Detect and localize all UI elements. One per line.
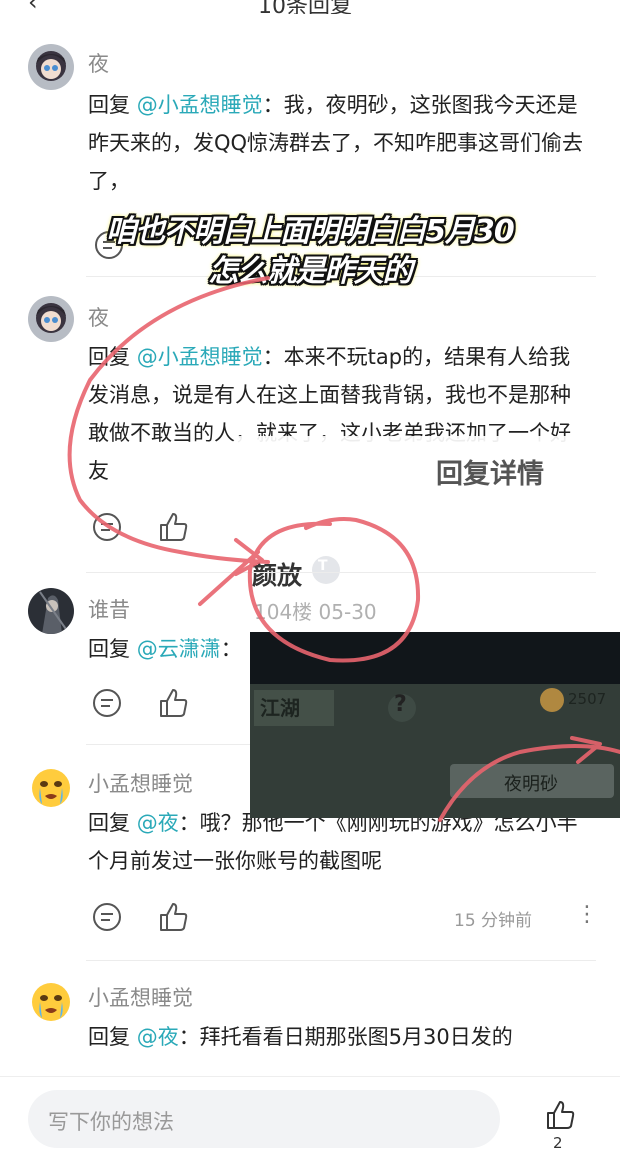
question-icon: ? bbox=[394, 692, 407, 717]
caption-line-1: 咱也不明白上面明明白白5月30 bbox=[106, 214, 515, 249]
like-icon[interactable] bbox=[156, 900, 190, 934]
timestamp: 15 分钟前 bbox=[454, 911, 533, 931]
coin-count: 2507 bbox=[568, 690, 607, 708]
comment-input[interactable]: 写下你的想法 bbox=[28, 1090, 500, 1148]
reply-prefix: 回复 bbox=[88, 637, 137, 661]
comment-author[interactable]: 小孟想睡觉 bbox=[88, 768, 193, 798]
reply-prefix: 回复 bbox=[88, 93, 137, 117]
like-icon[interactable] bbox=[156, 686, 190, 720]
comment-text: 回复 @夜：拜托看看日期那张图5月30日发的 bbox=[88, 1018, 588, 1056]
reply-detail-title: 回复详情 bbox=[436, 459, 544, 490]
comment-author[interactable]: 夜 bbox=[88, 302, 109, 332]
game-character-avatar-icon bbox=[28, 44, 74, 90]
reply-detail-name: 颜放 bbox=[252, 561, 303, 590]
game-screenshot: 江湖 ? 2507 夜明砂 bbox=[250, 632, 620, 818]
dark-character-avatar-icon bbox=[28, 588, 74, 634]
like-icon[interactable] bbox=[156, 510, 190, 544]
back-icon[interactable]: ‹ bbox=[28, 0, 38, 14]
mention-link[interactable]: @夜 bbox=[137, 811, 179, 835]
comment-author[interactable]: 小孟想睡觉 bbox=[88, 982, 193, 1012]
comment-author[interactable]: 谁昔 bbox=[88, 594, 130, 624]
divider bbox=[86, 744, 250, 745]
comment-body: ： bbox=[220, 637, 242, 661]
more-icon[interactable]: ⋮ bbox=[576, 904, 598, 926]
comment-body: ：拜托看看日期那张图5月30日发的 bbox=[178, 1025, 513, 1049]
page-title: 10条回复 bbox=[258, 0, 352, 14]
crying-emoji-avatar-icon bbox=[28, 978, 74, 1024]
comment-icon[interactable] bbox=[90, 510, 124, 544]
reply-prefix: 回复 bbox=[88, 1025, 137, 1049]
level-badge: T bbox=[312, 556, 340, 584]
comment-icon[interactable] bbox=[90, 900, 124, 934]
reply-detail-meta: 104楼 05-30 bbox=[254, 600, 377, 624]
avatar[interactable] bbox=[28, 44, 74, 90]
avatar[interactable] bbox=[28, 588, 74, 634]
mention-link[interactable]: @夜 bbox=[137, 1025, 179, 1049]
caption-line-2: 怎么就是昨天的 bbox=[208, 254, 413, 289]
crying-emoji-avatar-icon bbox=[28, 764, 74, 810]
mention-link[interactable]: @云潇潇 bbox=[137, 637, 221, 661]
comment-text: 回复 @小孟想睡觉：我，夜明砂，这张图我今天还是昨天来的，发QQ惊涛群去了，不知… bbox=[88, 86, 588, 200]
comment-author[interactable]: 夜 bbox=[88, 48, 109, 78]
game-character-avatar-icon bbox=[28, 296, 74, 342]
mention-link[interactable]: @小孟想睡觉 bbox=[137, 93, 263, 117]
comment-icon[interactable] bbox=[90, 686, 124, 720]
reply-prefix: 回复 bbox=[88, 345, 137, 369]
top-bar: ‹ 10条回复 bbox=[0, 0, 620, 14]
avatar[interactable] bbox=[28, 764, 74, 810]
avatar[interactable] bbox=[28, 978, 74, 1024]
divider bbox=[86, 572, 596, 573]
divider bbox=[86, 960, 596, 961]
like-icon[interactable] bbox=[543, 1098, 577, 1132]
like-count: 2 bbox=[553, 1134, 563, 1152]
reply-prefix: 回复 bbox=[88, 811, 137, 835]
game-label-left: 江湖 bbox=[260, 696, 300, 720]
avatar[interactable] bbox=[28, 296, 74, 342]
mention-link[interactable]: @小孟想睡觉 bbox=[137, 345, 263, 369]
input-placeholder: 写下你的想法 bbox=[48, 1110, 174, 1134]
player-name: 夜明砂 bbox=[504, 774, 558, 795]
